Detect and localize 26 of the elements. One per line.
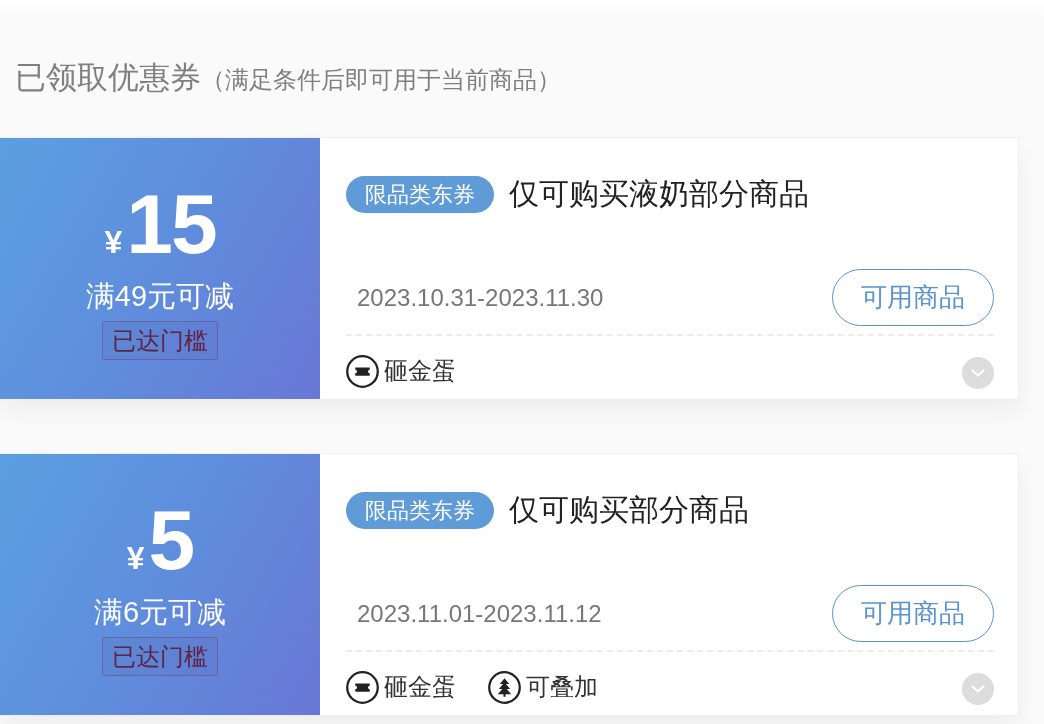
coupon-amount: 15 (126, 182, 216, 266)
ticket-icon (346, 354, 379, 388)
coupon-condition: 满49元可减 (85, 279, 235, 314)
expand-icon[interactable] (962, 357, 994, 389)
feature-label: 可叠加 (526, 672, 598, 702)
threshold-badge: 已达门槛 (102, 321, 218, 360)
currency-symbol: ¥ (126, 539, 145, 578)
ticket-icon (346, 670, 379, 704)
expand-icon[interactable] (962, 673, 994, 705)
coupon-title: 仅可购买液奶部分商品 (509, 176, 809, 212)
feature-label: 砸金蛋 (384, 672, 456, 702)
coupon-amount: 5 (148, 498, 194, 582)
section-title: 已领取优惠券 (15, 59, 201, 97)
coupon-title: 仅可购买部分商品 (509, 492, 749, 528)
currency-symbol: ¥ (104, 223, 123, 262)
usable-products-button[interactable]: 可用商品 (832, 585, 994, 642)
category-tag: 限品类东券 (346, 491, 494, 529)
coupon-condition: 满6元可减 (93, 595, 227, 630)
threshold-badge: 已达门槛 (102, 637, 218, 676)
usable-products-button[interactable]: 可用商品 (832, 269, 994, 326)
validity-dates: 2023.10.31-2023.11.30 (357, 283, 604, 312)
tree-icon (488, 670, 521, 704)
validity-dates: 2023.11.01-2023.11.12 (357, 599, 602, 628)
category-tag: 限品类东券 (346, 175, 494, 213)
feature-label: 砸金蛋 (384, 356, 456, 386)
section-note: （满足条件后即可用于当前商品） (201, 65, 561, 95)
